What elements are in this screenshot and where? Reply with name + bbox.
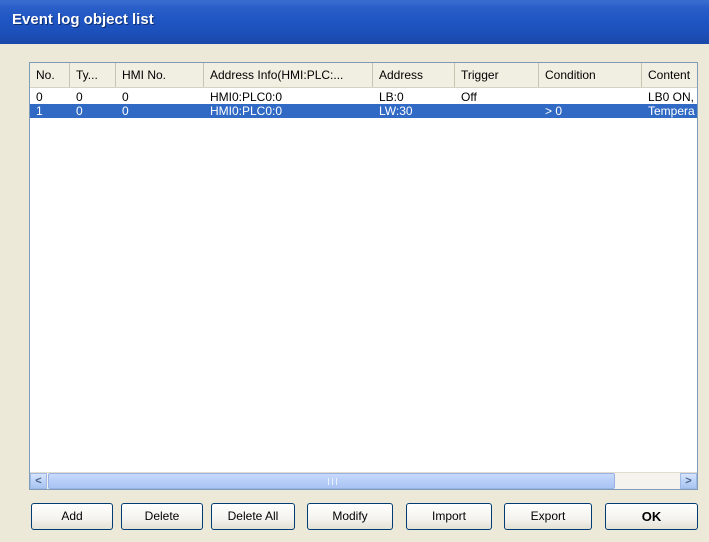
modify-button[interactable]: Modify xyxy=(307,503,393,530)
list-header: No. Ty... HMI No. Address Info(HMI:PLC:.… xyxy=(30,63,697,88)
column-header-address-info[interactable]: Address Info(HMI:PLC:... xyxy=(204,63,373,87)
cell-no: 1 xyxy=(36,104,43,118)
column-header-address[interactable]: Address xyxy=(373,63,455,87)
export-button[interactable]: Export xyxy=(504,503,592,530)
cell-no: 0 xyxy=(36,90,43,104)
ok-button[interactable]: OK xyxy=(605,503,698,530)
add-button[interactable]: Add xyxy=(31,503,113,530)
cell-hmi-no: 0 xyxy=(122,90,129,104)
window-title: Event log object list xyxy=(12,11,154,28)
column-header-content[interactable]: Content xyxy=(642,63,697,87)
cell-trigger: Off xyxy=(461,90,477,104)
table-row[interactable]: 0 0 0 HMI0:PLC0:0 LB:0 Off LB0 ON, xyxy=(30,90,697,104)
cell-type: 0 xyxy=(76,104,83,118)
horizontal-scrollbar[interactable]: < > xyxy=(30,472,697,489)
cell-condition: > 0 xyxy=(545,104,563,118)
table-row-selected[interactable]: 1 0 0 HMI0:PLC0:0 LW:30 > 0 Tempera xyxy=(30,104,697,118)
column-header-hmi-no[interactable]: HMI No. xyxy=(116,63,204,87)
cell-content: Tempera xyxy=(648,104,695,118)
column-header-condition[interactable]: Condition xyxy=(539,63,642,87)
cell-type: 0 xyxy=(76,90,83,104)
import-button[interactable]: Import xyxy=(406,503,492,530)
chevron-right-icon[interactable]: > xyxy=(680,473,697,489)
delete-all-button[interactable]: Delete All xyxy=(211,503,295,530)
cell-hmi-no: 0 xyxy=(122,104,129,118)
title-bar[interactable]: Event log object list xyxy=(0,0,709,44)
cell-address-info: HMI0:PLC0:0 xyxy=(210,90,283,104)
delete-button[interactable]: Delete xyxy=(121,503,203,530)
chevron-left-icon[interactable]: < xyxy=(30,473,47,489)
cell-address: LB:0 xyxy=(379,90,404,104)
scrollbar-thumb[interactable] xyxy=(48,473,615,489)
column-header-type[interactable]: Ty... xyxy=(70,63,116,87)
cell-address: LW:30 xyxy=(379,104,413,118)
column-header-trigger[interactable]: Trigger xyxy=(455,63,539,87)
event-log-dialog: Event log object list No. Ty... HMI No. … xyxy=(0,0,709,542)
cell-address-info: HMI0:PLC0:0 xyxy=(210,104,283,118)
event-log-list[interactable]: No. Ty... HMI No. Address Info(HMI:PLC:.… xyxy=(29,62,698,490)
grip-icon xyxy=(328,478,337,485)
column-header-no[interactable]: No. xyxy=(30,63,70,87)
cell-content: LB0 ON, xyxy=(648,90,695,104)
